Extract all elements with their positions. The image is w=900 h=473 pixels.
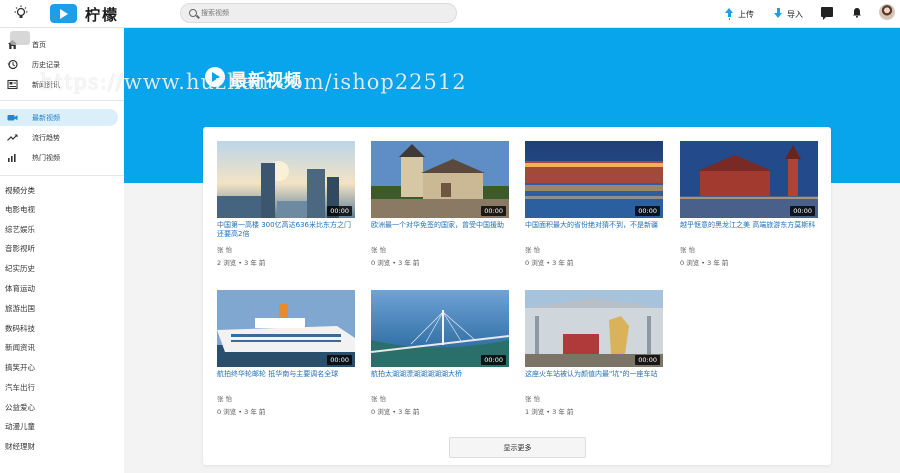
history-icon [7, 59, 18, 70]
sidebar-divider [0, 175, 124, 176]
video-title[interactable]: 中国面积最大的省份绝对猜不到，不是新疆 [525, 221, 663, 239]
video-title[interactable]: 中国第一高楼 300亿高达636米比东方之门还要高2倍 [217, 221, 355, 239]
avatar[interactable] [879, 4, 895, 20]
video-card[interactable]: 00:00 航拍太湖湖漂湖湖湖湖湖大桥 张 怡 0 浏览 • 3 年 前 [371, 290, 509, 416]
video-meta: 0 浏览 • 3 年 前 [217, 408, 266, 416]
video-author[interactable]: 张 怡 [371, 244, 509, 254]
import-button[interactable]: 导入 [773, 7, 803, 21]
video-title[interactable]: 欧洲最一个对华免签的国家，曾受中国援助 [371, 221, 509, 239]
video-author[interactable]: 张 怡 [371, 393, 509, 403]
category-title: 视频分类 [5, 186, 35, 195]
category-item[interactable]: 汽车出行 [5, 382, 35, 393]
video-meta: 2 浏览 • 3 年 前 [217, 259, 266, 267]
logo-play-icon[interactable] [50, 4, 77, 23]
video-author[interactable]: 张 怡 [680, 244, 818, 254]
video-card[interactable]: 00:00 中国第一高楼 300亿高达636米比东方之门还要高2倍 张 怡 2 … [217, 141, 355, 267]
video-thumbnail[interactable]: 00:00 [217, 141, 355, 218]
trending-icon [7, 134, 18, 141]
sidebar: 首页 历史记录 新闻资讯 最新视频 流行趋势 热门视频 视频分类 电影电视 综艺… [0, 28, 124, 473]
category-item[interactable]: 动漫儿童 [5, 421, 35, 432]
video-meta: 0 浏览 • 3 年 前 [371, 259, 420, 267]
category-item[interactable]: 综艺娱乐 [5, 224, 35, 235]
video-card[interactable]: 00:00 欧洲最一个对华免签的国家，曾受中国援助 张 怡 0 浏览 • 3 年… [371, 141, 509, 267]
duration-badge: 00:00 [481, 355, 506, 365]
news-icon [7, 79, 18, 90]
duration-badge: 00:00 [635, 206, 660, 216]
video-thumbnail[interactable]: 00:00 [371, 141, 509, 218]
category-item[interactable]: 音影视听 [5, 243, 35, 254]
category-item[interactable]: 财经理财 [5, 441, 35, 452]
video-author[interactable]: 张 怡 [525, 244, 663, 254]
sidebar-item-hot-videos[interactable]: 热门视频 [0, 149, 118, 166]
video-icon [7, 115, 18, 121]
duration-badge: 00:00 [790, 206, 815, 216]
category-item[interactable]: 搞笑开心 [5, 362, 35, 373]
top-bar: 柠檬 上传 导入 [0, 0, 900, 28]
upload-button[interactable]: 上传 [724, 7, 754, 21]
video-title[interactable]: 航拍终华轮邮轮 抵华南与主要调名全球 [217, 370, 355, 388]
video-meta: 0 浏览 • 3 年 前 [680, 259, 729, 267]
logo-text[interactable]: 柠檬 [85, 4, 119, 25]
video-title[interactable]: 这座火车站被认为颜值内最"坑"的一座车站 [525, 370, 663, 388]
video-meta: 0 浏览 • 3 年 前 [371, 408, 420, 416]
video-thumbnail[interactable]: 00:00 [525, 290, 663, 367]
sidebar-item-trending[interactable]: 流行趋势 [0, 129, 118, 146]
category-item[interactable]: 数码科技 [5, 323, 35, 334]
video-card[interactable]: 00:00 越乎惬意的黑龙江之美 高端旅游东方莫斯科 张 怡 0 浏览 • 3 … [680, 141, 818, 267]
duration-badge: 00:00 [327, 206, 352, 216]
watermark-text: https://www.huzhan.com/ishop22512 [40, 70, 467, 94]
video-thumbnail[interactable]: 00:00 [525, 141, 663, 218]
category-item[interactable]: 电影电视 [5, 204, 35, 215]
category-item[interactable]: 纪实历史 [5, 263, 35, 274]
category-item[interactable]: 公益爱心 [5, 402, 35, 413]
bell-icon[interactable] [852, 7, 862, 18]
lightbulb-icon[interactable] [13, 5, 29, 21]
floating-badge [10, 31, 30, 45]
video-card[interactable]: 00:00 中国面积最大的省份绝对猜不到，不是新疆 张 怡 0 浏览 • 3 年… [525, 141, 663, 267]
sidebar-item-latest-videos[interactable]: 最新视频 [0, 109, 118, 126]
upload-icon [724, 8, 734, 20]
import-icon [773, 8, 783, 20]
search-input[interactable] [201, 6, 441, 20]
video-meta: 0 浏览 • 3 年 前 [525, 259, 574, 267]
video-author[interactable]: 张 怡 [525, 393, 663, 403]
category-item[interactable]: 新闻资讯 [5, 342, 35, 353]
duration-badge: 00:00 [635, 355, 660, 365]
video-thumbnail[interactable]: 00:00 [680, 141, 818, 218]
video-title[interactable]: 航拍太湖湖漂湖湖湖湖湖大桥 [371, 370, 509, 388]
video-thumbnail[interactable]: 00:00 [371, 290, 509, 367]
show-more-button[interactable]: 显示更多 [449, 437, 586, 458]
chart-icon [8, 154, 16, 162]
search-icon [189, 9, 197, 17]
duration-badge: 00:00 [327, 355, 352, 365]
video-title[interactable]: 越乎惬意的黑龙江之美 高端旅游东方莫斯科 [680, 221, 818, 239]
category-item[interactable]: 旅游出国 [5, 303, 35, 314]
duration-badge: 00:00 [481, 206, 506, 216]
video-author[interactable]: 张 怡 [217, 244, 355, 254]
video-author[interactable]: 张 怡 [217, 393, 355, 403]
search-box[interactable] [180, 3, 457, 23]
video-meta: 1 浏览 • 3 年 前 [525, 408, 574, 416]
video-card[interactable]: 00:00 航拍终华轮邮轮 抵华南与主要调名全球 张 怡 0 浏览 • 3 年 … [217, 290, 355, 416]
chat-icon[interactable] [821, 7, 833, 20]
sidebar-divider [0, 100, 124, 101]
category-item[interactable]: 体育运动 [5, 283, 35, 294]
video-card[interactable]: 00:00 这座火车站被认为颜值内最"坑"的一座车站 张 怡 1 浏览 • 3 … [525, 290, 663, 416]
video-thumbnail[interactable]: 00:00 [217, 290, 355, 367]
